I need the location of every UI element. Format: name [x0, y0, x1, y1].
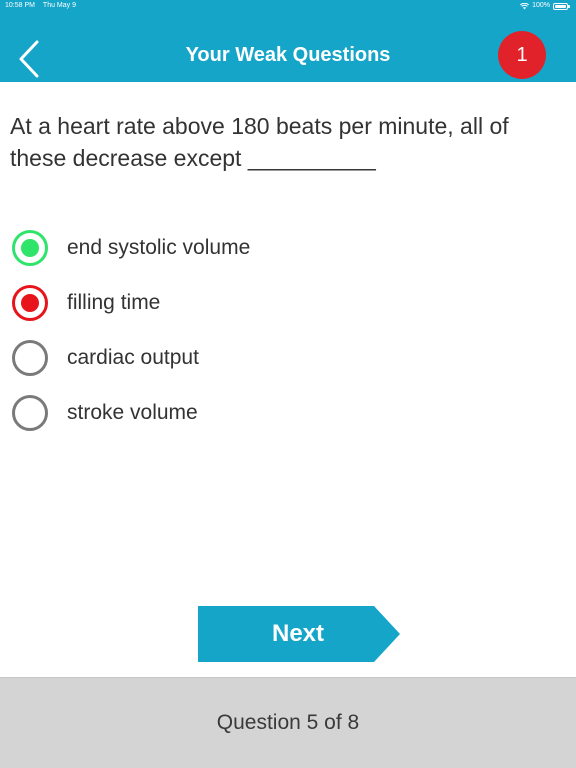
- answer-option-label: stroke volume: [67, 401, 198, 424]
- status-indicators: 100%: [520, 0, 570, 12]
- wifi-icon: [520, 2, 530, 9]
- radio-correct-icon: [12, 230, 48, 266]
- answer-option-end-systolic-volume[interactable]: end systolic volume: [12, 226, 532, 270]
- next-button-label: Next: [271, 620, 325, 647]
- radio-empty-icon: [12, 395, 48, 431]
- answer-option-cardiac-output[interactable]: cardiac output: [12, 336, 532, 380]
- status-time: 10:58 PM: [5, 2, 35, 9]
- page-title: Your Weak Questions: [185, 44, 391, 66]
- status-time-date: 10:58 PM Thu May 9: [5, 0, 76, 12]
- next-button[interactable]: Next: [198, 606, 400, 662]
- battery-icon: [553, 2, 570, 10]
- footer-bar: Question 5 of 8: [0, 677, 576, 768]
- question-text: At a heart rate above 180 beats per minu…: [10, 113, 509, 171]
- answer-option-label: cardiac output: [67, 346, 199, 369]
- answer-option-label: filling time: [67, 291, 161, 314]
- status-bar: 10:58 PM Thu May 9 100%: [0, 0, 576, 12]
- weak-question-count-badge: 1: [498, 31, 546, 79]
- status-date: Thu May 9: [42, 2, 76, 9]
- question-counter: Question 5 of 8: [216, 711, 360, 734]
- answer-option-stroke-volume[interactable]: stroke volume: [12, 391, 532, 435]
- navigation-bar: Your Weak Questions: [0, 12, 576, 82]
- battery-percentage: 100%: [532, 2, 550, 9]
- radio-incorrect-icon: [12, 285, 48, 321]
- answer-option-filling-time[interactable]: filling time: [12, 281, 532, 325]
- radio-empty-icon: [12, 340, 48, 376]
- answer-option-label: end systolic volume: [67, 236, 251, 259]
